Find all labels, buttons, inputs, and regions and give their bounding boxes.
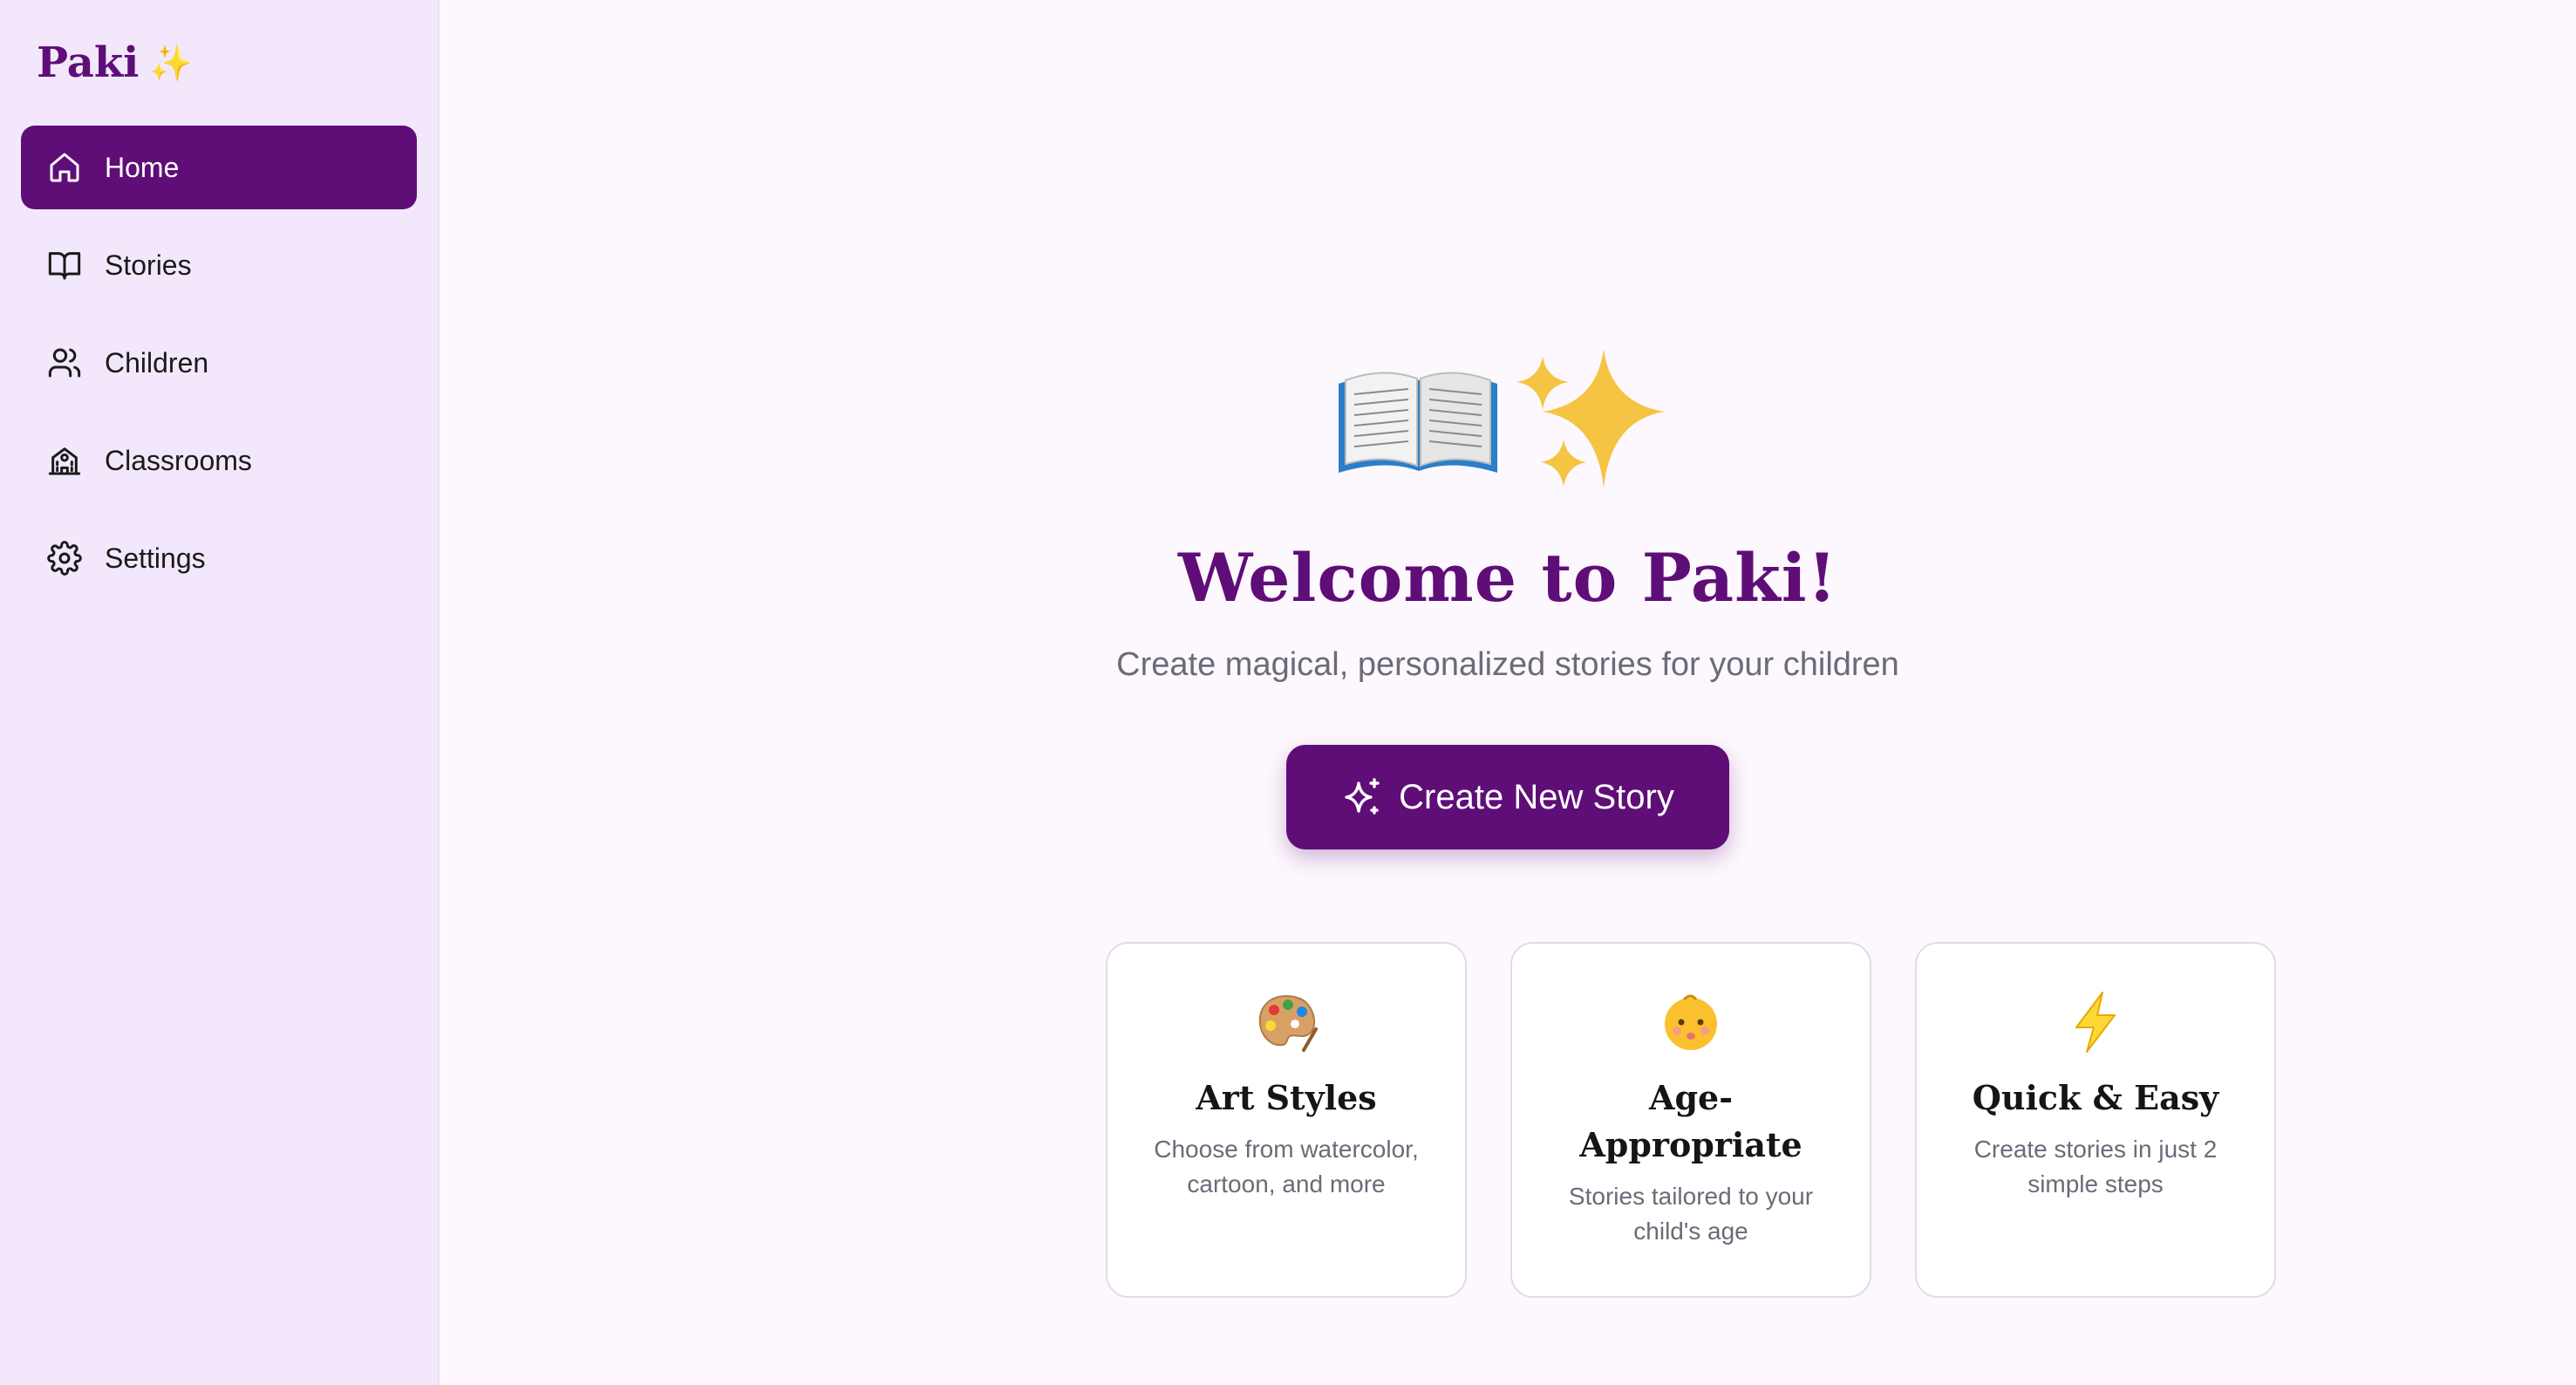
brand-name: Paki xyxy=(37,38,140,87)
feature-description: Choose from watercolor, cartoon, and mor… xyxy=(1154,1136,1419,1197)
baby-icon xyxy=(1665,994,1717,1050)
sidebar-nav: Home Stories Children Classrooms Setting… xyxy=(21,126,417,600)
palette-icon xyxy=(1258,994,1318,1052)
gear-icon xyxy=(47,541,82,576)
app: Paki ✨ Home Stories Children Classrooms … xyxy=(0,0,2576,1385)
book-icon xyxy=(48,252,81,280)
sidebar-item-classrooms[interactable]: Classrooms xyxy=(21,419,417,502)
feature-card-age-appropriate: Age-Appropriate Stories tailored to your… xyxy=(1510,942,1871,1298)
sidebar-item-label: Children xyxy=(105,346,209,379)
sidebar-item-label: Home xyxy=(105,151,180,183)
sparkles-icon xyxy=(1345,778,1380,815)
users-icon xyxy=(48,348,81,378)
sidebar-item-label: Classrooms xyxy=(105,444,252,476)
home-icon xyxy=(50,153,79,182)
sidebar-item-label: Settings xyxy=(105,542,206,574)
sidebar-item-label: Stories xyxy=(105,249,192,281)
feature-title: Art Styles xyxy=(1196,1078,1377,1117)
feature-description: Create stories in just 2 simple steps xyxy=(1973,1136,2218,1197)
open-book-sparkles-illustration xyxy=(1333,342,1682,516)
page-subtitle: Create magical, personalized stories for… xyxy=(1116,646,1899,683)
brand-logo[interactable]: Paki ✨ xyxy=(21,0,417,126)
welcome-hero: Welcome to Paki! Create magical, persona… xyxy=(440,342,2576,849)
create-new-story-button[interactable]: Create New Story xyxy=(1286,745,1729,849)
sidebar-item-home[interactable]: Home xyxy=(21,126,417,209)
sparkle-icon: ✨ xyxy=(149,42,194,84)
sidebar-item-settings[interactable]: Settings xyxy=(21,516,417,600)
feature-title: Quick & Easy xyxy=(1972,1078,2219,1117)
main-content: Welcome to Paki! Create magical, persona… xyxy=(440,0,2576,1385)
feature-cards: Art Styles Choose from watercolor, carto… xyxy=(1106,942,2276,1298)
feature-description: Stories tailored to your child's age xyxy=(1568,1183,1814,1245)
feature-card-art-styles: Art Styles Choose from watercolor, carto… xyxy=(1106,942,1467,1298)
feature-card-quick-easy: Quick & Easy Create stories in just 2 si… xyxy=(1915,942,2276,1298)
create-new-story-label: Create New Story xyxy=(1399,777,1674,816)
lightning-icon xyxy=(2075,992,2116,1053)
sidebar-item-children[interactable]: Children xyxy=(21,321,417,405)
sidebar: Paki ✨ Home Stories Children Classrooms … xyxy=(0,0,440,1385)
feature-title: Age-Appropriate xyxy=(1579,1078,1803,1164)
sidebar-item-stories[interactable]: Stories xyxy=(21,223,417,307)
page-title: Welcome to Paki! xyxy=(1177,539,1838,617)
school-icon xyxy=(48,447,81,475)
